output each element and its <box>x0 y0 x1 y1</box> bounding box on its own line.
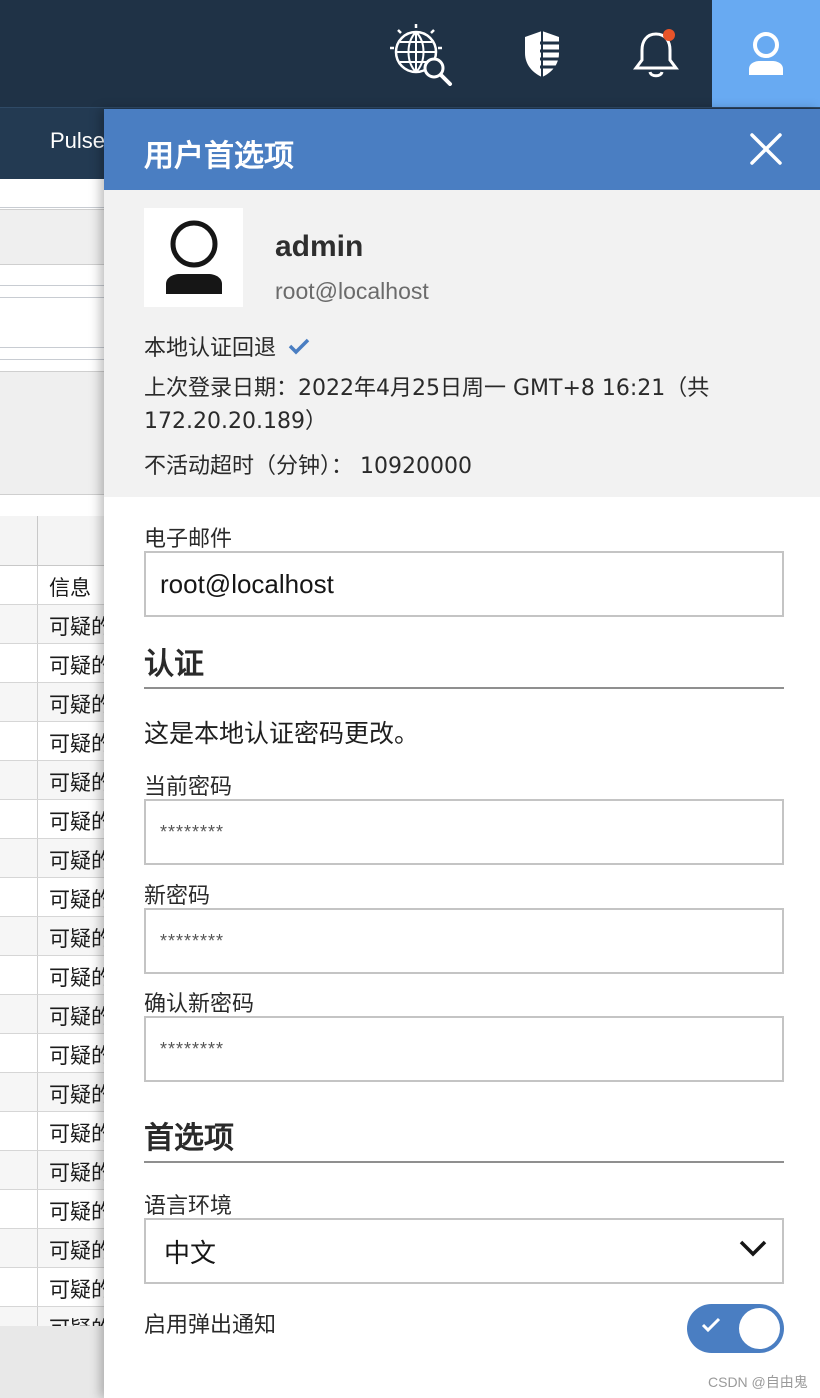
cell-text: 可疑的 <box>49 1313 104 1326</box>
panel-header: 用户首选项 <box>104 109 820 190</box>
checkmark-icon <box>701 1317 721 1333</box>
table-row[interactable]: 可疑的 <box>0 605 104 644</box>
checkmark-icon <box>288 338 310 355</box>
cell-text: 可疑的 <box>49 849 104 873</box>
cell-text: 可疑的 <box>49 654 104 678</box>
inactivity-timeout: 不活动超时（分钟）： 10920000 <box>144 454 472 479</box>
panel-title: 用户首选项 <box>144 139 294 174</box>
nav-item-pulse[interactable]: Pulse <box>50 128 105 154</box>
user-email: root@localhost <box>275 278 429 304</box>
background-footer <box>0 1326 104 1398</box>
background-toolbar <box>0 209 104 265</box>
table-row[interactable]: 可疑的 <box>0 1307 104 1327</box>
section-divider <box>144 1161 784 1163</box>
cell-text: 可疑的 <box>49 1083 104 1107</box>
auth-fallback: 本地认证回退 <box>144 330 310 362</box>
cell-text: 可疑的 <box>49 810 104 834</box>
auth-fallback-label: 本地认证回退 <box>144 336 277 361</box>
new-password-label: 新密码 <box>144 884 211 909</box>
close-icon <box>750 133 782 165</box>
new-password-field[interactable]: ******** <box>144 908 784 974</box>
cell-text: 可疑的 <box>49 693 104 717</box>
cell-text: 可疑的 <box>49 966 104 990</box>
cell-text: 可疑的 <box>49 1200 104 1224</box>
popup-notifications-toggle[interactable] <box>687 1304 784 1353</box>
cell-text: 可疑的 <box>49 1239 104 1263</box>
top-bar <box>0 0 820 107</box>
shield-icon[interactable] <box>502 0 582 107</box>
cell-text: 可疑的 <box>49 615 104 639</box>
column-header-info: 信息 <box>49 576 91 600</box>
table-row[interactable]: 可疑的 <box>0 878 104 917</box>
locale-select[interactable]: 中文 <box>144 1218 784 1284</box>
confirm-password-label: 确认新密码 <box>144 992 255 1017</box>
prefs-section-title: 首选项 <box>144 1121 234 1156</box>
background-table: 信息 可疑的 可疑的 可疑的 可疑的 可疑的 可疑的 可疑的 可疑的 可疑的 可… <box>0 516 104 1327</box>
table-row[interactable]: 可疑的 <box>0 1112 104 1151</box>
cell-text: 可疑的 <box>49 1044 104 1068</box>
table-row[interactable]: 可疑的 <box>0 683 104 722</box>
table-row[interactable]: 可疑的 <box>0 1229 104 1268</box>
watson-search-icon[interactable] <box>380 0 460 107</box>
background-panel <box>0 371 104 495</box>
current-password-field[interactable]: ******** <box>144 799 784 865</box>
table-row[interactable]: 可疑的 <box>0 956 104 995</box>
close-button[interactable] <box>744 127 788 171</box>
table-row[interactable]: 可疑的 <box>0 839 104 878</box>
table-row[interactable]: 可疑的 <box>0 1034 104 1073</box>
cell-text: 可疑的 <box>49 732 104 756</box>
cell-text: 可疑的 <box>49 888 104 912</box>
locale-label: 语言环境 <box>144 1194 233 1219</box>
section-divider <box>144 687 784 689</box>
bell-icon[interactable] <box>616 0 696 107</box>
table-header-row: 信息 <box>0 566 104 605</box>
table-row[interactable]: 可疑的 <box>0 722 104 761</box>
cell-text: 可疑的 <box>49 771 104 795</box>
table-row[interactable]: 可疑的 <box>0 1073 104 1112</box>
email-field[interactable]: root@localhost <box>144 551 784 617</box>
auth-note: 这是本地认证密码更改。 <box>144 719 420 748</box>
table-row[interactable]: 可疑的 <box>0 644 104 683</box>
watermark: CSDN @自由鬼 <box>708 1374 808 1390</box>
user-menu-button[interactable] <box>712 0 820 107</box>
username: admin <box>275 230 364 263</box>
cell-text: 可疑的 <box>49 1278 104 1302</box>
chevron-down-icon <box>739 1240 767 1257</box>
toggle-knob <box>739 1308 780 1349</box>
cell-text: 可疑的 <box>49 1122 104 1146</box>
avatar <box>144 208 243 307</box>
locale-value: 中文 <box>164 1238 217 1269</box>
auth-section-title: 认证 <box>144 647 204 682</box>
table-row[interactable]: 可疑的 <box>0 995 104 1034</box>
profile-section: admin root@localhost 本地认证回退 上次登录日期：2022年… <box>104 190 820 497</box>
user-preferences-panel: 用户首选项 admin root@localhost 本地认证回退 上次登录日期… <box>104 109 820 1398</box>
user-avatar-icon <box>165 220 222 294</box>
popup-notifications-label: 启用弹出通知 <box>144 1313 277 1338</box>
table-row[interactable]: 可疑的 <box>0 1151 104 1190</box>
cell-text: 可疑的 <box>49 1161 104 1185</box>
table-row[interactable]: 可疑的 <box>0 800 104 839</box>
cell-text: 可疑的 <box>49 927 104 951</box>
confirm-password-field[interactable]: ******** <box>144 1016 784 1082</box>
cell-text: 可疑的 <box>49 1005 104 1029</box>
table-header <box>0 516 104 566</box>
table-row[interactable]: 可疑的 <box>0 1268 104 1307</box>
table-row[interactable]: 可疑的 <box>0 1190 104 1229</box>
user-icon <box>749 31 783 75</box>
email-label: 电子邮件 <box>144 527 233 552</box>
last-login: 上次登录日期：2022年4月25日周一 GMT+8 16:21（共172.20.… <box>144 376 710 434</box>
current-password-label: 当前密码 <box>144 775 233 800</box>
table-row[interactable]: 可疑的 <box>0 917 104 956</box>
table-row[interactable]: 可疑的 <box>0 761 104 800</box>
